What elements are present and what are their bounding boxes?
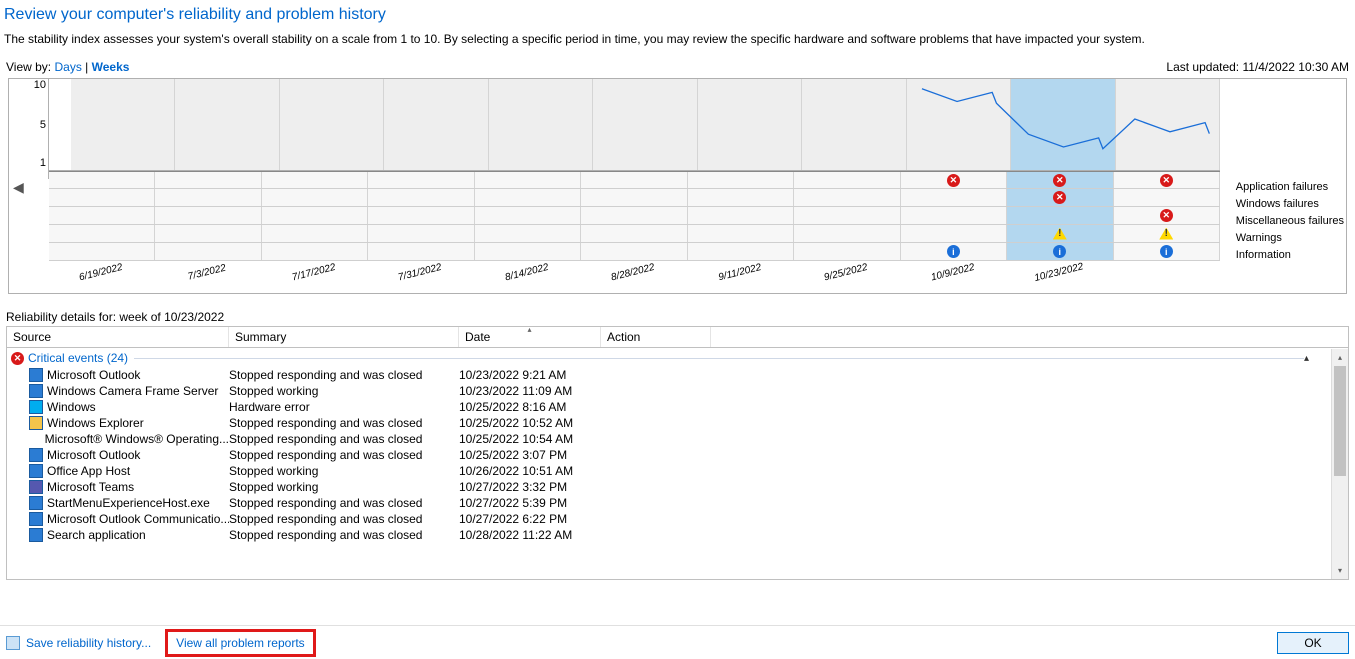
chart-prev-arrow[interactable]: ◀ [13,179,24,196]
table-row[interactable]: Microsoft TeamsStopped working10/27/2022… [7,479,1317,495]
scroll-thumb[interactable] [1334,366,1346,476]
table-row[interactable]: Microsoft OutlookStopped responding and … [7,447,1317,463]
details-header: Reliability details for: week of 10/23/2… [0,294,1355,324]
app-icon [29,384,43,398]
view-by-days-link[interactable]: Days [54,60,81,74]
chevron-up-icon: ▴ [1304,353,1313,364]
app-icon [29,496,43,510]
table-row[interactable]: Windows Camera Frame ServerStopped worki… [7,383,1317,399]
scroll-down-button[interactable]: ▾ [1332,562,1348,579]
save-reliability-history-link[interactable]: Save reliability history... [26,636,151,650]
app-icon [29,400,43,414]
last-updated: Last updated: 11/4/2022 10:30 AM [1166,60,1349,74]
chart-y-axis: 10 5 1 [27,79,49,179]
chart-event-rows: ✕ ✕ ✕ ✕ ✕!! i i i [49,171,1220,261]
table-row[interactable]: Windows ExplorerStopped responding and w… [7,415,1317,431]
col-source[interactable]: Source [7,327,229,347]
sort-asc-icon: ▴ [527,325,531,334]
col-date[interactable]: ▴Date [459,327,601,347]
info-icon: i [947,245,960,258]
app-icon [29,512,43,526]
reliability-details-table: Source Summary ▴Date Action ✕ Critical e… [6,326,1349,580]
table-row[interactable]: Microsoft OutlookStopped responding and … [7,367,1317,383]
view-by-controls: View by: Days | Weeks [6,60,129,74]
chart-plot-area [49,79,1220,171]
legend-information: Information [1236,247,1344,264]
app-icon [29,416,43,430]
legend-win-failures: Windows failures [1236,196,1344,213]
error-icon: ✕ [947,174,960,187]
error-icon: ✕ [1053,174,1066,187]
app-icon [29,480,43,494]
vertical-scrollbar[interactable]: ▴ ▾ [1331,349,1348,579]
view-by-weeks-link[interactable]: Weeks [92,60,130,74]
view-all-highlight: View all problem reports [165,629,316,657]
ok-button[interactable]: OK [1277,632,1349,654]
footer-bar: Save reliability history... View all pro… [0,625,1355,659]
col-action[interactable]: Action [601,327,711,347]
reliability-chart: ◀ ▶ 10 5 1 ✕✕✕✕✕!!iii 6/19/20227/3/20227… [8,78,1347,294]
info-icon: i [1053,245,1066,258]
table-header-row: Source Summary ▴Date Action [7,327,1348,348]
warn-icon: ! [1159,228,1173,240]
app-icon [29,464,43,478]
table-row[interactable]: Microsoft Outlook Communicatio...Stopped… [7,511,1317,527]
chart-legend: Application failures Windows failures Mi… [1236,179,1344,264]
app-icon [29,368,43,382]
group-critical-events[interactable]: ✕ Critical events (24) ▴ [7,349,1317,367]
table-row[interactable]: WindowsHardware error10/25/2022 8:16 AM [7,399,1317,415]
info-icon: i [1160,245,1173,258]
view-by-label: View by: [6,60,51,74]
error-icon: ✕ [11,352,24,365]
app-icon [29,448,43,462]
legend-app-failures: Application failures [1236,179,1344,196]
table-row[interactable]: Microsoft® Windows® Operating...Stopped … [7,431,1317,447]
view-all-problem-reports-link[interactable]: View all problem reports [176,636,305,650]
error-icon: ✕ [1053,191,1066,204]
table-row[interactable]: Office App HostStopped working10/26/2022… [7,463,1317,479]
warn-icon: ! [1053,228,1067,240]
col-summary[interactable]: Summary [229,327,459,347]
chart-date-labels: 6/19/20227/3/20227/17/20227/31/20228/14/… [49,263,1220,293]
page-description: The stability index assesses your system… [0,32,1355,60]
save-history-icon [6,636,20,650]
legend-warnings: Warnings [1236,230,1344,247]
page-title: Review your computer's reliability and p… [0,0,1355,32]
error-icon: ✕ [1160,209,1173,222]
app-icon [29,528,43,542]
scroll-up-button[interactable]: ▴ [1332,349,1348,366]
error-icon: ✕ [1160,174,1173,187]
table-row[interactable]: StartMenuExperienceHost.exeStopped respo… [7,495,1317,511]
legend-misc-failures: Miscellaneous failures [1236,213,1344,230]
table-row[interactable]: Search applicationStopped responding and… [7,527,1317,543]
table-body: ✕ Critical events (24) ▴ Microsoft Outlo… [7,349,1317,579]
